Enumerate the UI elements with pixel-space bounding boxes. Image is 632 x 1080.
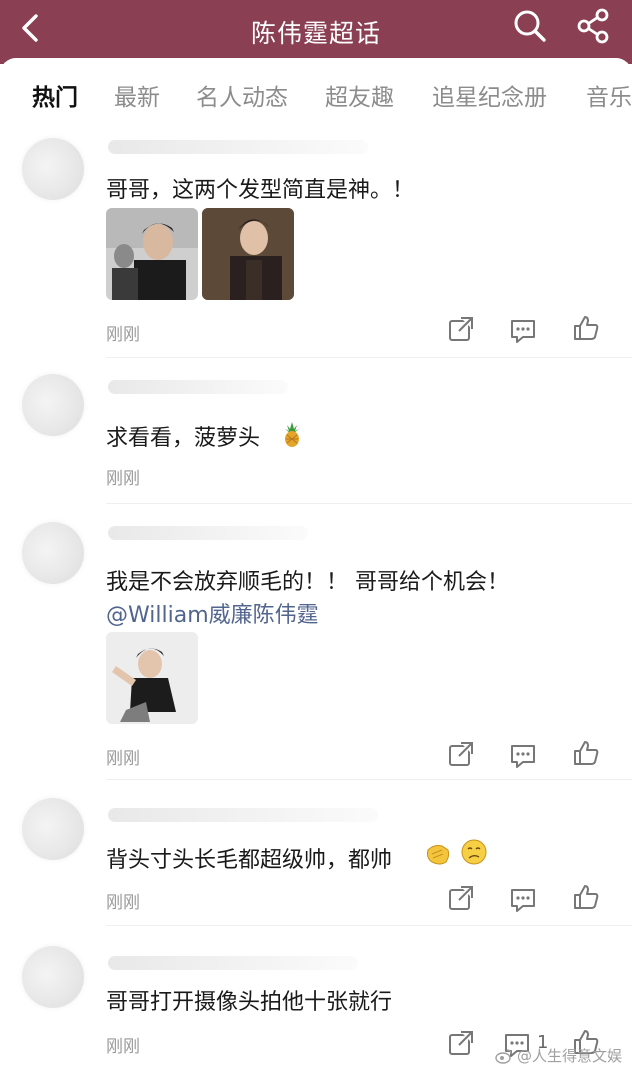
mention-link[interactable]: @William威廉陈伟霆 [106, 597, 319, 629]
post-time: 刚刚 [106, 749, 140, 769]
username[interactable] [108, 526, 308, 540]
comment-icon[interactable] [508, 316, 538, 346]
share-icon[interactable] [574, 6, 614, 46]
post-item: 求看看，菠萝头 刚刚 [0, 358, 632, 504]
comment-icon[interactable] [508, 885, 538, 915]
watermark: @人生得意文娱 [495, 1045, 622, 1066]
post-item: 哥哥，这两个发型简直是神。！ 刚刚 [0, 128, 632, 358]
repost-icon[interactable] [446, 883, 476, 913]
username[interactable] [108, 140, 368, 154]
tab-celebrity-news[interactable]: 名人动态 [196, 78, 288, 112]
comment-icon[interactable] [508, 741, 538, 771]
pineapple-emoji-icon [285, 422, 299, 447]
repost-icon[interactable] [446, 739, 476, 769]
tab-music[interactable]: 音乐 [586, 78, 632, 112]
search-icon[interactable] [510, 6, 550, 46]
like-icon[interactable] [571, 882, 601, 912]
repost-icon[interactable] [446, 314, 476, 344]
username[interactable] [108, 808, 378, 822]
back-icon[interactable] [14, 10, 50, 46]
watermark-text: @人生得意文娱 [516, 1047, 622, 1065]
avatar[interactable] [22, 138, 84, 200]
clap-emoji-icon [427, 845, 450, 865]
post-text: 求看看，菠萝头 [106, 426, 261, 451]
tab-fan-album[interactable]: 追星纪念册 [432, 78, 547, 112]
avatar[interactable] [22, 522, 84, 584]
post-image-1[interactable] [106, 632, 198, 724]
weibo-logo-icon [495, 1048, 512, 1064]
thinking-face-emoji-icon [461, 839, 487, 865]
top-bar: 陈伟霆超话 [0, 0, 632, 64]
post-item: 背头寸头长毛都超级帅，都帅 刚刚 [0, 780, 632, 926]
tab-fan-fun[interactable]: 超友趣 [325, 78, 394, 112]
post-text: 背头寸头长毛都超级帅，都帅 [106, 848, 393, 873]
page-title: 陈伟霆超话 [250, 19, 381, 48]
post-text: 我是不会放弃顺毛的！！ 哥哥给个机会！ [106, 570, 509, 595]
post-item: 我是不会放弃顺毛的！！ 哥哥给个机会！ @William威廉陈伟霆 刚刚 [0, 504, 632, 780]
post-time: 刚刚 [106, 469, 140, 489]
username[interactable] [108, 380, 288, 394]
like-icon[interactable] [571, 313, 601, 343]
tab-hot[interactable]: 热门 [32, 78, 78, 112]
post-time: 刚刚 [106, 893, 140, 913]
avatar[interactable] [22, 946, 84, 1008]
avatar[interactable] [22, 374, 84, 436]
repost-icon[interactable] [446, 1028, 476, 1058]
post-time: 刚刚 [106, 1037, 140, 1057]
post-text: 哥哥，这两个发型简直是神。！ [106, 178, 415, 203]
post-image-1[interactable] [106, 208, 198, 300]
username[interactable] [108, 956, 358, 970]
avatar[interactable] [22, 798, 84, 860]
tab-latest[interactable]: 最新 [114, 78, 160, 112]
post-time: 刚刚 [106, 325, 140, 345]
post-text: 哥哥打开摄像头拍他十张就行 [106, 990, 393, 1015]
tab-bar: 热门 最新 名人动态 超友趣 追星纪念册 音乐 [0, 58, 632, 128]
like-icon[interactable] [571, 738, 601, 768]
post-image-2[interactable] [202, 208, 294, 300]
